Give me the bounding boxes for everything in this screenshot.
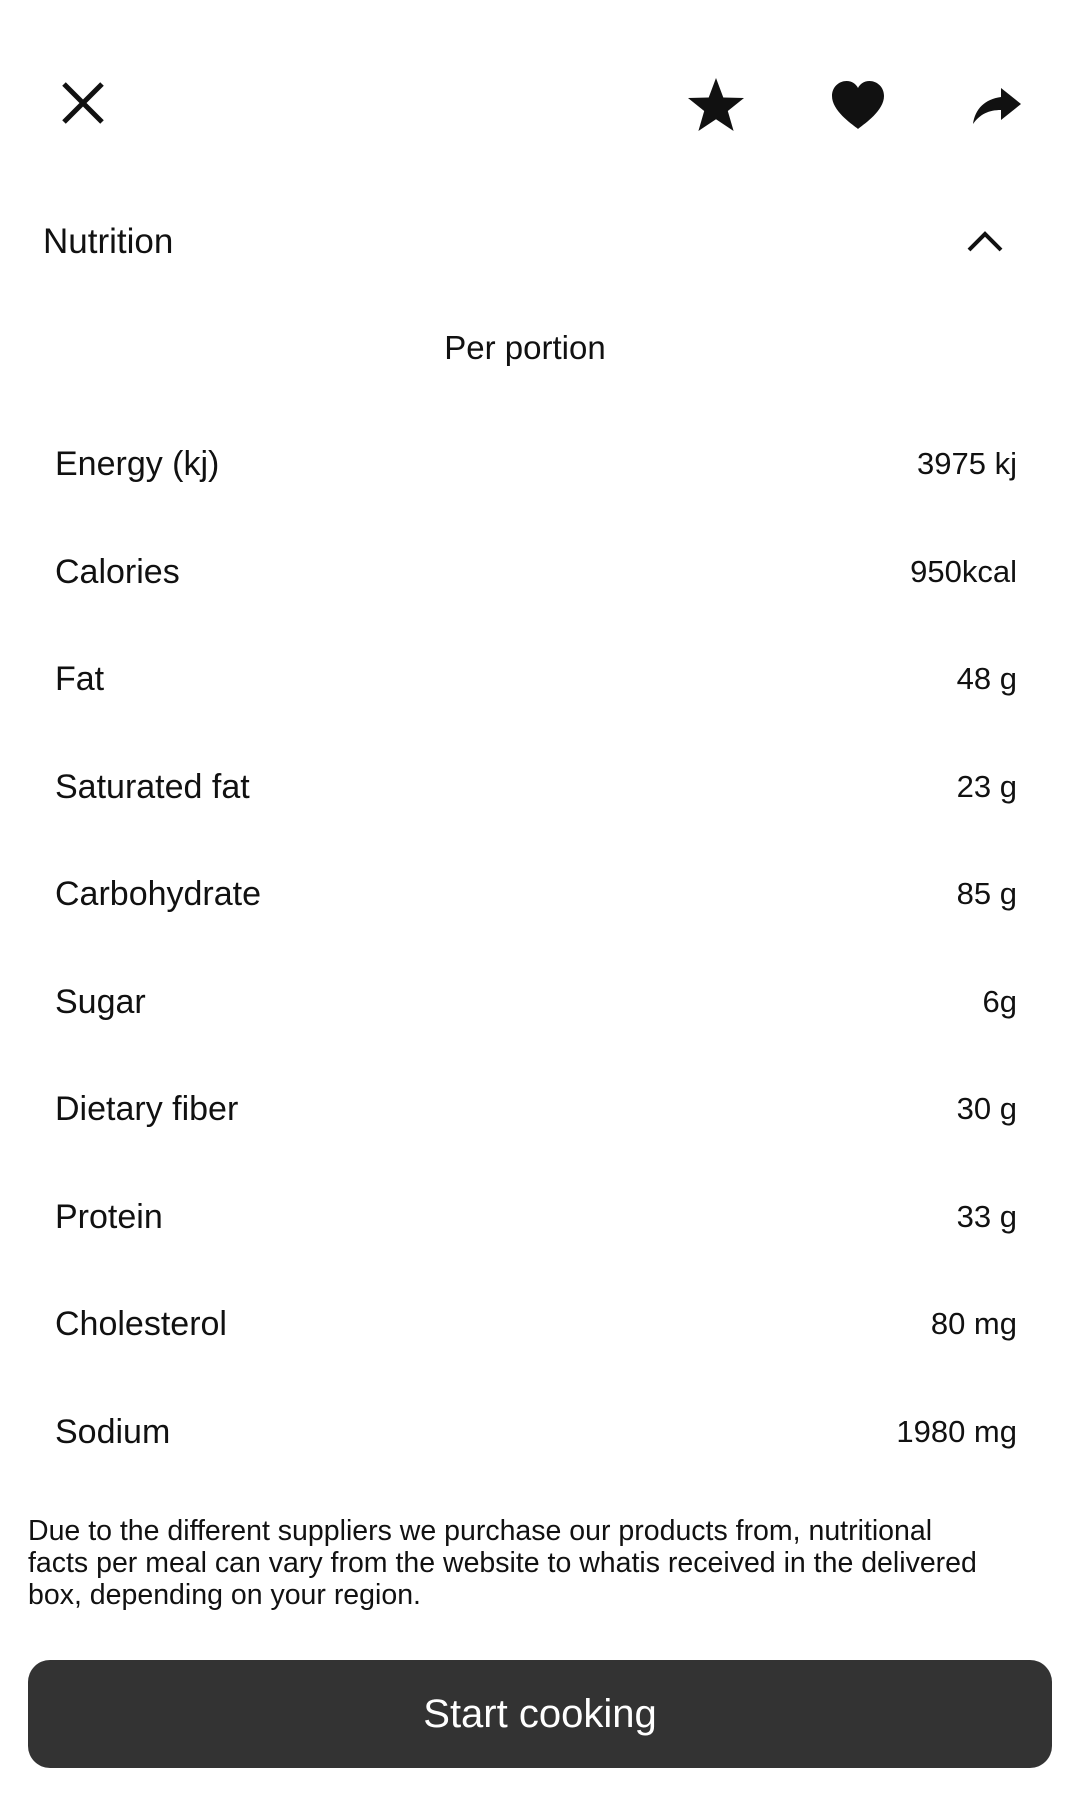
section-title: Nutrition bbox=[43, 222, 174, 261]
share-icon bbox=[973, 88, 1021, 124]
nutrient-row: Sodium 1980 mg bbox=[0, 1398, 1080, 1506]
nutrient-label: Energy (kj) bbox=[55, 445, 220, 483]
nutrient-row: Sugar 6g bbox=[0, 968, 1080, 1076]
nutrient-value: 6g bbox=[982, 983, 1017, 1019]
nutrient-row: Carbohydrate 85 g bbox=[0, 860, 1080, 968]
nutrient-list: Energy (kj) 3975 kj Calories 950kcal Fat… bbox=[0, 430, 1080, 1505]
heart-icon bbox=[832, 81, 884, 129]
nutrient-value: 23 g bbox=[956, 768, 1017, 804]
nutrient-value: 30 g bbox=[956, 1091, 1017, 1126]
chevron-up-icon[interactable] bbox=[965, 226, 1005, 256]
nutrient-row: Energy (kj) 3975 kj bbox=[0, 430, 1080, 538]
nutrient-row: Cholesterol 80 mg bbox=[0, 1290, 1080, 1398]
start-cooking-button[interactable]: Start cooking bbox=[28, 1660, 1052, 1768]
nutrient-label: Sodium bbox=[55, 1412, 171, 1451]
nutrient-label: Sugar bbox=[55, 982, 146, 1021]
per-portion-label: Per portion bbox=[444, 329, 606, 366]
close-icon bbox=[62, 82, 104, 124]
nutrient-label: Cholesterol bbox=[55, 1305, 227, 1343]
nutrient-row: Calories 950kcal bbox=[0, 538, 1080, 646]
nutrient-row: Fat 48 g bbox=[0, 645, 1080, 753]
nutrient-label: Fat bbox=[55, 660, 105, 698]
nutrient-row: Saturated fat 23 g bbox=[0, 753, 1080, 861]
nutrient-value: 1980 mg bbox=[896, 1413, 1017, 1449]
nutrient-label: Dietary fiber bbox=[55, 1090, 239, 1128]
nutrient-value: 85 g bbox=[956, 876, 1017, 911]
nutrient-row: Dietary fiber 30 g bbox=[0, 1075, 1080, 1183]
nutrition-disclaimer: Due to the different suppliers we purcha… bbox=[28, 1515, 977, 1611]
like-button[interactable] bbox=[825, 72, 891, 138]
nutrient-value: 3975 kj bbox=[917, 446, 1017, 481]
nutrient-value: 950kcal bbox=[910, 553, 1017, 589]
star-icon bbox=[688, 78, 744, 131]
favorite-button[interactable] bbox=[683, 72, 749, 138]
nutrient-label: Protein bbox=[55, 1197, 163, 1236]
nutrient-label: Carbohydrate bbox=[55, 875, 262, 913]
nutrient-value: 33 g bbox=[956, 1198, 1017, 1234]
nutrient-value: 80 mg bbox=[930, 1306, 1017, 1341]
nutrient-label: Saturated fat bbox=[55, 767, 250, 806]
close-button[interactable] bbox=[52, 72, 114, 134]
nutrient-value: 48 g bbox=[956, 661, 1017, 696]
nutrition-header[interactable]: Nutrition bbox=[0, 210, 1080, 276]
nutrient-label: Calories bbox=[55, 552, 180, 591]
share-button[interactable] bbox=[966, 76, 1028, 136]
nutrient-row: Protein 33 g bbox=[0, 1183, 1080, 1291]
